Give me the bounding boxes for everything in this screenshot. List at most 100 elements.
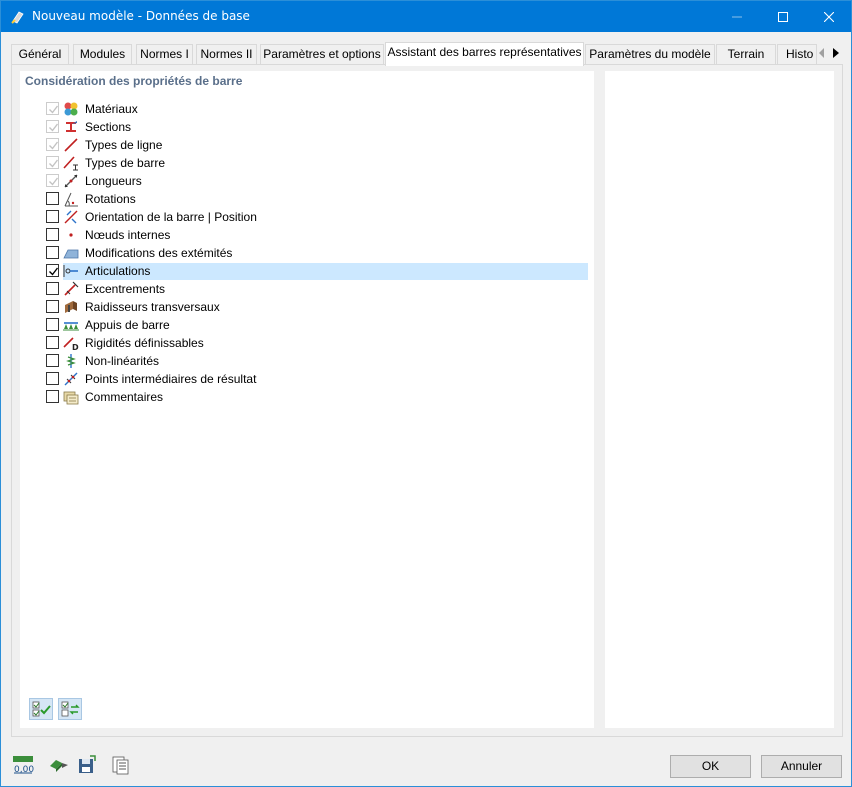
item-label: Raidisseurs transversaux (85, 300, 220, 314)
item-label: Types de ligne (85, 138, 163, 152)
list-item-modifications-extremites[interactable]: Modifications des extémités (20, 244, 594, 262)
list-item-raidisseurs[interactable]: Raidisseurs transversaux (20, 298, 594, 316)
close-icon (824, 11, 834, 22)
item-label: Types de barre (85, 156, 166, 170)
list-item-excentrements[interactable]: Excentrements (20, 280, 594, 298)
item-label: Sections (85, 120, 132, 134)
tab-parametres-modele[interactable]: Paramètres du modèle (585, 44, 715, 65)
list-item-materiaux[interactable]: Matériaux (20, 100, 594, 118)
list-item-orientation[interactable]: Orientation de la barre | Position (20, 208, 594, 226)
comments-icon (63, 389, 79, 405)
invert-selection-button[interactable] (58, 698, 82, 720)
stiffness-icon: D (63, 335, 79, 352)
view-button[interactable] (47, 754, 71, 776)
checkbox-commentaires[interactable] (46, 390, 59, 403)
tab-historique[interactable]: Histo (777, 44, 817, 65)
maximize-button[interactable] (760, 1, 806, 32)
checkbox-materiaux[interactable] (46, 102, 59, 115)
view-icon (50, 760, 68, 772)
member-support-icon (63, 317, 79, 333)
cancel-button[interactable]: Annuler (761, 755, 842, 778)
minimize-button[interactable] (714, 1, 760, 32)
load-template-button[interactable] (109, 754, 133, 776)
checkbox-excentrements[interactable] (46, 282, 59, 295)
checkbox-points-intermediaires[interactable] (46, 372, 59, 385)
checkbox-rotations[interactable] (46, 192, 59, 205)
item-label: Points intermédiaires de résultat (85, 372, 257, 386)
checkbox-types-de-barre[interactable] (46, 156, 59, 169)
invert-selection-icon (61, 701, 80, 717)
checkbox-types-de-ligne[interactable] (46, 138, 59, 151)
orientation-icon (63, 209, 79, 225)
item-label: Excentrements (85, 282, 166, 296)
member-type-icon (63, 155, 79, 171)
tab-modules[interactable]: Modules (73, 44, 132, 65)
title-bar[interactable]: Nouveau modèle - Données de base (1, 1, 851, 32)
app-icon (10, 9, 26, 25)
list-item-longueurs[interactable]: Longueurs (20, 172, 594, 190)
list-item-non-linearites[interactable]: Non-linéarités (20, 352, 594, 370)
tab-general[interactable]: Général (11, 44, 69, 65)
list-item-points-intermediaires[interactable]: Points intermédiaires de résultat (20, 370, 594, 388)
close-button[interactable] (806, 1, 852, 32)
checkbox-raidisseurs[interactable] (46, 300, 59, 313)
result-points-icon (63, 371, 79, 387)
save-icon (79, 755, 96, 773)
tab-assistant-barres[interactable]: Assistant des barres représentatives (385, 42, 584, 66)
tab-normes-1[interactable]: Normes I (136, 44, 193, 65)
checkbox-non-linearites[interactable] (46, 354, 59, 367)
checkbox-longueurs[interactable] (46, 174, 59, 187)
select-all-icon (32, 701, 51, 717)
materials-icon (63, 101, 79, 117)
save-template-button[interactable] (75, 754, 99, 776)
item-label: Modifications des extémités (85, 246, 233, 260)
arrow-left-icon (818, 48, 824, 58)
arrow-right-icon (832, 48, 839, 58)
item-label: Orientation de la barre | Position (85, 210, 257, 224)
item-label: Rotations (85, 192, 136, 206)
tab-scroll-left-button[interactable] (815, 44, 828, 62)
tab-strip: Général Modules Normes I Normes II Param… (11, 42, 843, 66)
checkbox-appuis-de-barre[interactable] (46, 318, 59, 331)
preview-panel (605, 71, 834, 728)
select-all-button[interactable] (29, 698, 53, 720)
checkbox-rigidites[interactable] (46, 336, 59, 349)
eccentricity-icon (63, 281, 79, 297)
list-item-rotations[interactable]: Rotations (20, 190, 594, 208)
window-title: Nouveau modèle - Données de base (32, 9, 250, 23)
item-label: Commentaires (85, 390, 164, 404)
checkbox-sections[interactable] (46, 120, 59, 133)
item-label: Longueurs (85, 174, 142, 188)
checkbox-noeuds-internes[interactable] (46, 228, 59, 241)
list-item-appuis-de-barre[interactable]: Appuis de barre (20, 316, 594, 334)
list-item-sections[interactable]: Sections (20, 118, 594, 136)
svg-text:D: D (72, 343, 79, 351)
rotation-icon (63, 191, 79, 207)
end-modification-icon (63, 245, 79, 261)
dialog-window: Nouveau modèle - Données de base Général… (0, 0, 852, 787)
checkbox-modifications-extremites[interactable] (46, 246, 59, 259)
list-item-types-de-barre[interactable]: Types de barre (20, 154, 594, 172)
list-item-articulations[interactable]: Articulations (20, 262, 594, 280)
tab-parametres-options[interactable]: Paramètres et options (260, 44, 384, 65)
list-item-types-de-ligne[interactable]: Types de ligne (20, 136, 594, 154)
checkbox-articulations[interactable] (46, 264, 59, 277)
ok-button[interactable]: OK (670, 755, 751, 778)
tab-terrain[interactable]: Terrain (716, 44, 776, 65)
item-label: Matériaux (85, 102, 138, 116)
line-type-icon (63, 137, 79, 153)
list-item-noeuds-internes[interactable]: Nœuds internes (20, 226, 594, 244)
list-item-rigidites[interactable]: D Rigidités définissables (20, 334, 594, 352)
item-label: Non-linéarités (85, 354, 160, 368)
hinge-icon (63, 263, 79, 279)
item-label: Appuis de barre (85, 318, 170, 332)
checkbox-orientation[interactable] (46, 210, 59, 223)
decimal-units-icon: 0,00 (13, 756, 34, 775)
nonlinearity-icon (63, 353, 79, 369)
stiffener-icon (63, 299, 79, 315)
tab-scroll-right-button[interactable] (829, 44, 842, 62)
list-item-commentaires[interactable]: Commentaires (20, 388, 594, 406)
units-button[interactable]: 0,00 (11, 754, 35, 776)
item-label: Rigidités définissables (85, 336, 204, 350)
tab-normes-2[interactable]: Normes II (196, 44, 257, 65)
